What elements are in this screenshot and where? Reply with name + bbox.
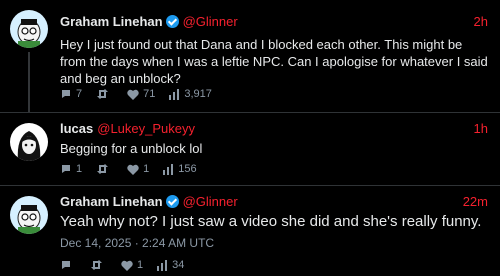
like-button[interactable]: 71 xyxy=(127,88,155,100)
views-count: 156 xyxy=(178,163,197,175)
tweet-actions: 1 34 xyxy=(60,259,198,271)
tweet-2[interactable]: lucas @Lukey_Pukeyy 1h Begging for a unbl… xyxy=(0,113,500,185)
views-count: 3,917 xyxy=(184,88,212,100)
views-icon xyxy=(163,163,174,175)
reply-button[interactable]: 7 xyxy=(60,88,82,100)
tweet-header: Graham Linehan @Glinner 22m xyxy=(60,194,488,210)
views-button[interactable]: 34 xyxy=(157,259,184,271)
tweet-header: Graham Linehan @Glinner 2h xyxy=(60,14,488,30)
tweet-time[interactable]: 1h xyxy=(474,121,488,137)
reply-button[interactable] xyxy=(60,259,76,271)
reply-count: 1 xyxy=(76,163,83,175)
tweet-1[interactable]: Graham Linehan @Glinner 2h Hey I just fou… xyxy=(0,0,500,112)
like-button[interactable]: 1 xyxy=(127,163,149,175)
reply-count: 7 xyxy=(76,88,83,100)
tweet-actions: 1 1 156 xyxy=(60,163,211,175)
like-count: 71 xyxy=(143,88,156,100)
avatar-lucas[interactable] xyxy=(10,123,48,161)
author-handle[interactable]: @Lukey_Pukeyy xyxy=(97,121,195,136)
tweet-actions: 7 71 3,917 xyxy=(60,88,226,100)
verified-badge-icon xyxy=(165,195,179,208)
views-button[interactable]: 3,917 xyxy=(169,88,212,100)
tweet-text: Yeah why not? I just saw a video she did… xyxy=(60,213,482,230)
author-handle[interactable]: @Glinner xyxy=(183,14,238,29)
like-icon xyxy=(121,260,133,271)
retweet-button[interactable] xyxy=(96,163,113,175)
reply-icon xyxy=(62,261,70,269)
views-count: 34 xyxy=(172,259,185,271)
retweet-button[interactable] xyxy=(90,259,107,271)
views-button[interactable]: 156 xyxy=(163,163,197,175)
retweet-button[interactable] xyxy=(96,88,113,100)
like-icon xyxy=(127,89,139,100)
retweet-icon xyxy=(97,164,109,174)
retweet-icon xyxy=(91,260,102,270)
tweet-header: lucas @Lukey_Pukeyy 1h xyxy=(60,121,488,137)
author-name[interactable]: lucas xyxy=(60,121,93,136)
like-count: 1 xyxy=(137,259,144,271)
tweet-text: Hey I just found out that Dana and I blo… xyxy=(60,37,488,86)
author-handle[interactable]: @Glinner xyxy=(183,194,238,209)
thread-line xyxy=(28,52,30,112)
avatar-graham[interactable] xyxy=(10,196,48,234)
like-count: 1 xyxy=(143,163,150,175)
author-name[interactable]: Graham Linehan xyxy=(60,194,163,209)
reply-icon xyxy=(62,90,70,98)
tweet-3[interactable]: Graham Linehan @Glinner 22m Yeah why not?… xyxy=(0,186,500,276)
reply-button[interactable]: 1 xyxy=(60,163,82,175)
reply-icon xyxy=(62,165,70,173)
like-button[interactable]: 1 xyxy=(121,259,143,271)
views-icon xyxy=(157,259,168,271)
views-icon xyxy=(169,88,180,100)
tweet-time[interactable]: 22m xyxy=(463,194,488,210)
author-name[interactable]: Graham Linehan xyxy=(60,14,163,29)
like-icon xyxy=(127,164,139,175)
tweet-time[interactable]: 2h xyxy=(474,14,488,30)
retweet-icon xyxy=(97,89,109,99)
tweet-date[interactable]: Dec 14, 2025 · 2:24 AM UTC xyxy=(60,236,214,250)
verified-badge-icon xyxy=(165,15,179,28)
avatar-graham[interactable] xyxy=(10,10,48,48)
tweet-text: Begging for a unblock lol xyxy=(60,141,203,156)
